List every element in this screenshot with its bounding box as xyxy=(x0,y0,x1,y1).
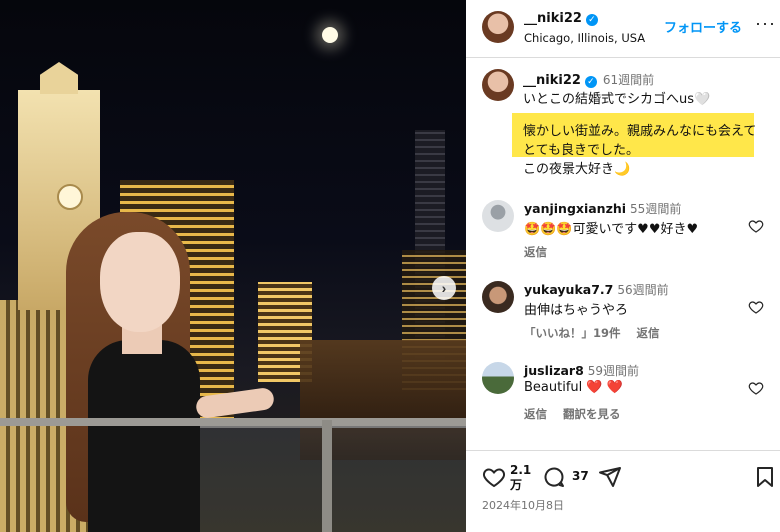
default-avatar-icon[interactable] xyxy=(482,200,514,232)
reply-button[interactable]: 返信 xyxy=(524,407,547,421)
caption-header: __niki22 ✓ 61週間前 xyxy=(523,71,654,88)
likes-count-number: 2.1 xyxy=(510,463,532,477)
comment-item: yanjingxianzhi 55週間前 🤩🤩🤩可愛いです♥♥好き♥ 返信 xyxy=(466,200,780,280)
caption-username[interactable]: __niki22 xyxy=(523,73,581,88)
comment-actions: 「いいね！」19件 返信 xyxy=(524,325,672,341)
railing-post xyxy=(322,420,332,532)
comment-text: 由伸はちゃうやろ xyxy=(524,303,629,318)
header-location[interactable]: Chicago, Illinois, USA xyxy=(524,31,645,45)
comment-username[interactable]: yanjingxianzhi xyxy=(524,201,626,216)
bookmark-icon[interactable] xyxy=(754,465,776,489)
clock-face xyxy=(57,184,83,210)
comment-item: juslizar8 59週間前 Beautiful ❤️ ❤️ 返信 翻訳を見る xyxy=(466,362,780,442)
comment-icon[interactable] xyxy=(542,465,566,489)
more-options-icon[interactable]: ··· xyxy=(755,13,776,34)
clock-tower-spire xyxy=(40,62,78,94)
reply-button[interactable]: 返信 xyxy=(524,245,547,259)
header-username[interactable]: __niki22 xyxy=(524,11,582,26)
post-header: __niki22 ✓ Chicago, Illinois, USA フォローする … xyxy=(466,0,780,58)
verified-badge-icon: ✓ xyxy=(584,76,597,88)
likes-count-unit: 万 xyxy=(510,478,523,492)
follow-button[interactable]: フォローする xyxy=(664,17,742,36)
like-heart-icon[interactable] xyxy=(482,465,506,489)
comment-text: 🤩🤩🤩可愛いです♥♥好き♥ xyxy=(524,222,699,237)
comment-time: 59週間前 xyxy=(587,364,640,378)
comments-count[interactable]: 37 xyxy=(572,469,589,483)
woman-dress xyxy=(88,340,200,532)
comment-text: Beautiful ❤️ ❤️ xyxy=(524,380,623,395)
comment-username[interactable]: juslizar8 xyxy=(524,363,584,378)
comment-time: 56週間前 xyxy=(617,283,669,297)
caption-line-2: 懐かしい街並み。親戚みんなにも会えてとても良きでした。 xyxy=(523,124,757,158)
post-date[interactable]: 2024年10月8日 xyxy=(482,497,564,513)
caption-line-1: いとこの結婚式でシカゴへus🤍 xyxy=(523,92,711,107)
heart-outline-icon[interactable] xyxy=(748,299,764,315)
railing xyxy=(0,418,466,426)
carousel-next-button[interactable]: › xyxy=(432,276,456,300)
avatar[interactable] xyxy=(482,11,514,43)
heart-outline-icon[interactable] xyxy=(748,218,764,234)
caption-avatar[interactable] xyxy=(482,69,514,101)
post-actions-bar: 2.1 万 37 2024年10月8日 xyxy=(466,450,780,532)
woman-face xyxy=(100,232,180,332)
share-icon[interactable] xyxy=(598,465,622,489)
avatar[interactable] xyxy=(482,362,514,394)
moon xyxy=(322,27,338,43)
comment-item: yukayuka7.7 56週間前 由伸はちゃうやろ 「いいね！」19件 返信 xyxy=(466,281,780,361)
post-photo[interactable]: › xyxy=(0,0,466,532)
comment-username[interactable]: yukayuka7.7 xyxy=(524,282,613,297)
chevron-right-icon: › xyxy=(441,280,447,296)
verified-badge-icon: ✓ xyxy=(585,14,598,26)
caption-line-3: この夜景大好き🌙 xyxy=(523,162,631,177)
post-sidebar: __niki22 ✓ Chicago, Illinois, USA フォローする … xyxy=(466,0,780,532)
comment-actions: 返信 翻訳を見る xyxy=(524,406,633,422)
likes-count[interactable]: 2.1 万 xyxy=(510,463,531,493)
comment-time: 55週間前 xyxy=(630,202,682,216)
caption-time: 61週間前 xyxy=(602,73,655,87)
reply-button[interactable]: 返信 xyxy=(637,326,660,340)
comment-actions: 返信 xyxy=(524,244,559,260)
avatar[interactable] xyxy=(482,281,514,313)
heart-outline-icon[interactable] xyxy=(748,380,764,396)
likes-count-link[interactable]: 「いいね！」19件 xyxy=(524,326,621,340)
see-translation-button[interactable]: 翻訳を見る xyxy=(563,407,621,421)
